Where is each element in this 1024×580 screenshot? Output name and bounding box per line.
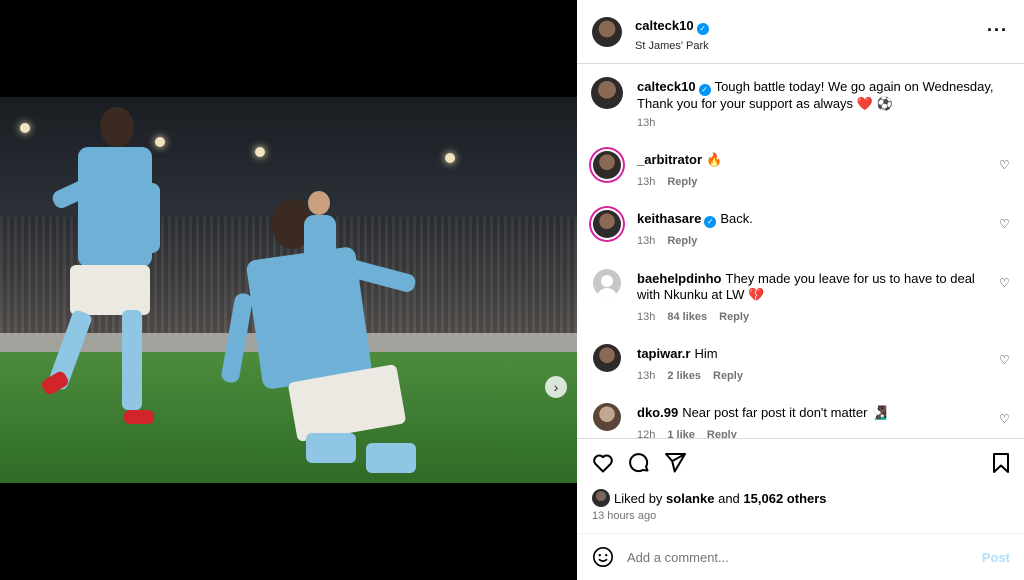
like-comment-heart-icon[interactable]: ♡	[999, 159, 1011, 171]
comment-time[interactable]: 12h	[637, 429, 655, 438]
reply-button[interactable]: Reply	[707, 429, 737, 438]
stadium-light	[20, 123, 30, 133]
comment-text: Near post far post it don't matter 🧏🏿‍♂️	[682, 405, 888, 420]
comment-username[interactable]: keithasare	[637, 211, 701, 226]
post-modal: › calteck10 ✓ St James' Park ··· calteck…	[0, 0, 1024, 580]
comment-time[interactable]: 13h	[637, 176, 655, 188]
reply-button[interactable]: Reply	[713, 370, 743, 382]
verified-badge-icon: ✓	[704, 216, 717, 228]
comment-likes[interactable]: 84 likes	[667, 311, 707, 323]
liker-avatar[interactable]	[592, 489, 610, 507]
like-comment-heart-icon[interactable]: ♡	[999, 218, 1011, 230]
comment-avatar[interactable]	[593, 403, 621, 431]
caption: calteck10 ✓ Tough battle today! We go agai…	[591, 77, 1011, 133]
comment-text-block: baehelpdinho They made you leave for us t…	[637, 271, 997, 303]
like-comment-heart-icon[interactable]: ♡	[999, 354, 1011, 366]
likes-count[interactable]: 15,062 others	[743, 491, 826, 506]
next-slide-button[interactable]: ›	[545, 376, 567, 398]
verified-badge-icon: ✓	[698, 84, 711, 96]
likes-summary: Liked by solanke and 15,062 others	[592, 489, 827, 507]
comment-avatar[interactable]	[593, 210, 621, 238]
comment-item: keithasare ✓ Back. 13h Reply ♡	[591, 208, 1011, 256]
post-time-ago[interactable]: 13 hours ago	[592, 510, 656, 522]
comment-meta: 13h 84 likes Reply	[637, 311, 761, 323]
share-send-icon[interactable]	[663, 451, 687, 475]
comment-item: _arbitrator 🔥 13h Reply ♡	[591, 149, 1011, 197]
caption-meta: 13h	[637, 117, 667, 129]
like-comment-heart-icon[interactable]: ♡	[999, 413, 1011, 425]
comment-bubble-icon[interactable]	[627, 451, 651, 475]
comment-meta: 13h Reply	[637, 235, 709, 247]
more-horizontal-icon[interactable]: ···	[987, 20, 1008, 41]
post-location[interactable]: St James' Park	[635, 40, 709, 52]
comment-meta: 13h Reply	[637, 176, 709, 188]
post-header: calteck10 ✓ St James' Park ···	[577, 0, 1024, 64]
comment-meta: 12h 1 like Reply	[637, 429, 749, 438]
emoji-icon[interactable]	[592, 546, 614, 568]
comment-avatar[interactable]	[593, 151, 621, 179]
likes-and: and	[718, 491, 740, 506]
reply-button[interactable]: Reply	[719, 311, 749, 323]
add-comment-bar: Post	[577, 533, 1024, 580]
post-side-panel: calteck10 ✓ St James' Park ··· calteck10 ✓…	[577, 0, 1024, 580]
comments-section[interactable]: calteck10 ✓ Tough battle today! We go agai…	[577, 64, 1024, 438]
comment-avatar[interactable]	[593, 344, 621, 372]
comment-username[interactable]: baehelpdinho	[637, 271, 722, 286]
default-avatar-icon[interactable]	[593, 269, 621, 297]
caption-avatar[interactable]	[591, 77, 623, 109]
author-username[interactable]: calteck10	[635, 18, 694, 33]
verified-badge-icon: ✓	[696, 23, 709, 35]
reply-button[interactable]: Reply	[667, 176, 697, 188]
caption-time[interactable]: 13h	[637, 117, 655, 129]
comment-text: Back.	[720, 211, 753, 226]
author-block: calteck10 ✓ St James' Park	[635, 17, 709, 52]
comment-time[interactable]: 13h	[637, 311, 655, 323]
media-pane: ›	[0, 0, 577, 580]
save-bookmark-icon[interactable]	[989, 451, 1013, 475]
comment-username[interactable]: tapiwar.r	[637, 346, 690, 361]
stadium-light	[255, 147, 265, 157]
comment-meta: 13h 2 likes Reply	[637, 370, 755, 382]
comment-item: dko.99 Near post far post it don't matter…	[591, 403, 1011, 438]
comment-text-block: dko.99 Near post far post it don't matter…	[637, 405, 997, 421]
comment-input[interactable]	[627, 547, 967, 567]
comment-time[interactable]: 13h	[637, 370, 655, 382]
reply-button[interactable]: Reply	[667, 235, 697, 247]
comment-username[interactable]: _arbitrator	[637, 152, 702, 167]
player-running	[39, 105, 170, 435]
author-avatar[interactable]	[592, 17, 622, 47]
liker-username[interactable]: solanke	[666, 491, 714, 506]
comment-item: baehelpdinho They made you leave for us t…	[591, 269, 1011, 329]
stadium-light	[445, 153, 455, 163]
comment-time[interactable]: 13h	[637, 235, 655, 247]
comment-text-block: _arbitrator 🔥	[637, 152, 997, 168]
like-comment-heart-icon[interactable]: ♡	[999, 277, 1011, 289]
post-comment-button[interactable]: Post	[982, 550, 1010, 565]
comment-likes[interactable]: 1 like	[667, 429, 695, 438]
caption-text-block: calteck10 ✓ Tough battle today! We go agai…	[637, 79, 997, 112]
comment-text-block: tapiwar.r Him	[637, 346, 997, 362]
caption-username[interactable]: calteck10	[637, 79, 696, 94]
likes-prefix: Liked by	[614, 491, 663, 506]
comment-item: tapiwar.r Him 13h 2 likes Reply ♡	[591, 344, 1011, 392]
comment-username[interactable]: dko.99	[637, 405, 678, 420]
comment-text-block: keithasare ✓ Back.	[637, 211, 997, 228]
comment-text: 🔥	[706, 152, 723, 167]
player-background	[300, 191, 340, 271]
like-heart-icon[interactable]	[591, 451, 615, 475]
comment-text: Him	[694, 346, 718, 361]
post-photo[interactable]: ›	[0, 97, 577, 483]
comment-likes[interactable]: 2 likes	[667, 370, 701, 382]
post-actions: Liked by solanke and 15,062 others 13 ho…	[577, 438, 1024, 533]
